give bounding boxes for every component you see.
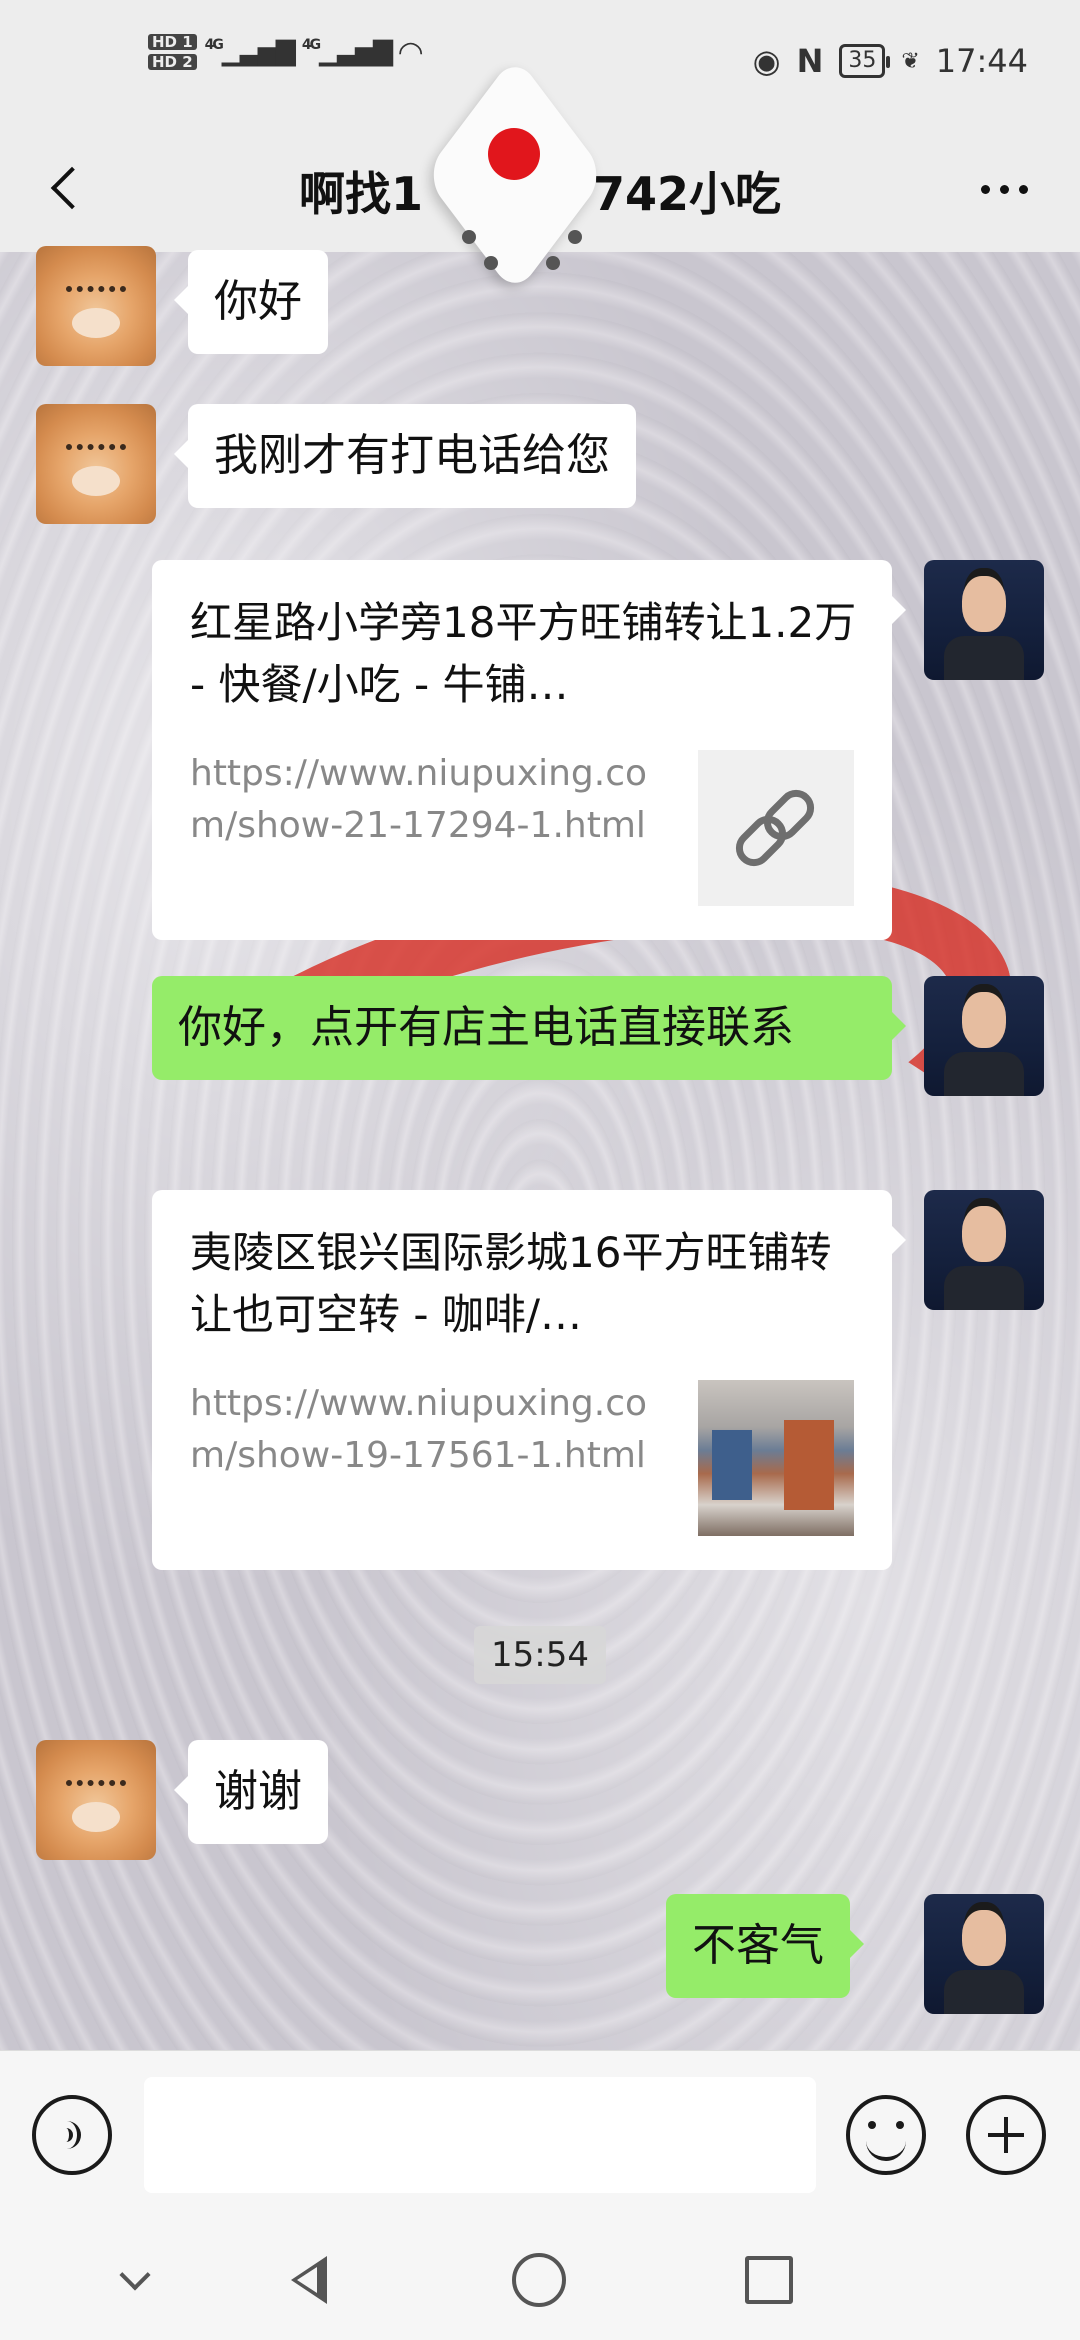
signal-icon: 4G▁▃▅▇ xyxy=(204,37,296,67)
contact-avatar[interactable] xyxy=(36,404,156,524)
voice-wave-icon xyxy=(53,2121,81,2149)
dice-sticker xyxy=(400,54,620,300)
my-avatar[interactable] xyxy=(924,1894,1044,2014)
message-bubble-received[interactable]: 谢谢 xyxy=(174,1740,328,1844)
my-avatar[interactable] xyxy=(924,976,1044,1096)
wifi-icon: ◠ xyxy=(399,34,422,70)
system-navigation-bar xyxy=(0,2220,1080,2340)
clock: 17:44 xyxy=(935,42,1028,80)
my-avatar[interactable] xyxy=(924,560,1044,680)
timestamp: 15:54 xyxy=(474,1626,606,1684)
nav-recents-button[interactable] xyxy=(734,2250,804,2310)
leaf-icon: ❦ xyxy=(901,48,920,74)
dot-icon xyxy=(1018,184,1028,194)
network-type-label: 4G xyxy=(301,37,321,53)
hd2-label: HD 2 xyxy=(148,54,197,70)
signal-icon: 4G▁▃▅▇ xyxy=(301,37,393,67)
eye-icon: ◉ xyxy=(752,42,781,80)
emoji-button[interactable] xyxy=(846,2095,926,2175)
more-actions-button[interactable] xyxy=(966,2095,1046,2175)
dice-dot xyxy=(462,230,476,244)
message-text: 你好，点开有店主电话直接联系 xyxy=(178,1002,794,1053)
voice-input-button[interactable] xyxy=(32,2095,112,2175)
message-bubble-received[interactable]: 你好 xyxy=(174,250,328,354)
hd1-label: HD 1 xyxy=(148,34,197,50)
message-text: 你好 xyxy=(214,276,302,327)
hd-indicator: HD 1 HD 2 xyxy=(148,34,197,70)
link-card-thumbnail xyxy=(698,750,854,906)
message-text: 谢谢 xyxy=(214,1766,302,1817)
message-text: 我刚才有打电话给您 xyxy=(214,430,610,481)
chat-background xyxy=(0,250,1080,2050)
dice-red-pip xyxy=(488,128,540,180)
link-icon xyxy=(728,782,822,874)
nfc-icon: N xyxy=(796,42,824,80)
message-bubble-received[interactable]: 我刚才有打电话给您 xyxy=(174,404,636,508)
nav-back-button[interactable] xyxy=(274,2250,344,2310)
message-input-bar xyxy=(0,2050,1080,2220)
message-bubble-sent[interactable]: 你好，点开有店主电话直接联系 xyxy=(152,976,906,1080)
battery-level: 35 xyxy=(848,48,877,73)
link-card-url: https://www.niupuxing.com/show-19-17561-… xyxy=(190,1383,648,1476)
dice-dot xyxy=(546,256,560,270)
link-card-url: https://www.niupuxing.com/show-21-17294-… xyxy=(190,753,648,846)
dice-dot xyxy=(568,230,582,244)
message-bubble-sent[interactable]: 不客气 xyxy=(666,1894,864,1998)
link-card[interactable]: 红星路小学旁18平方旺铺转让1.2万 - 快餐/小吃 - 牛铺… https:/… xyxy=(152,560,906,940)
hide-nav-button[interactable] xyxy=(100,2250,170,2310)
contact-avatar[interactable] xyxy=(36,246,156,366)
link-card-title: 红星路小学旁18平方旺铺转让1.2万 - 快餐/小吃 - 牛铺… xyxy=(190,598,857,709)
dot-icon xyxy=(980,184,990,194)
dice-dot xyxy=(484,256,498,270)
more-options-button[interactable] xyxy=(964,164,1044,214)
my-avatar[interactable] xyxy=(924,1190,1044,1310)
status-left: HD 1 HD 2 4G▁▃▅▇ 4G▁▃▅▇ ◠ xyxy=(148,34,422,70)
chat-title-suffix: 742小吃 xyxy=(592,167,782,221)
status-right: ◉ N 35 ❦ 17:44 xyxy=(753,42,1028,80)
message-input[interactable] xyxy=(144,2077,816,2193)
link-card[interactable]: 夷陵区银兴国际影城16平方旺铺转让也可空转 - 咖啡/… https://www… xyxy=(152,1190,906,1570)
link-card-title: 夷陵区银兴国际影城16平方旺铺转让也可空转 - 咖啡/… xyxy=(190,1228,832,1339)
message-text: 不客气 xyxy=(692,1920,824,1971)
dot-icon xyxy=(999,184,1009,194)
network-type-label: 4G xyxy=(204,37,224,53)
nav-home-button[interactable] xyxy=(504,2250,574,2310)
shop-photo-thumbnail xyxy=(698,1380,854,1536)
battery-icon: 35 xyxy=(839,44,891,78)
contact-avatar[interactable] xyxy=(36,1740,156,1860)
